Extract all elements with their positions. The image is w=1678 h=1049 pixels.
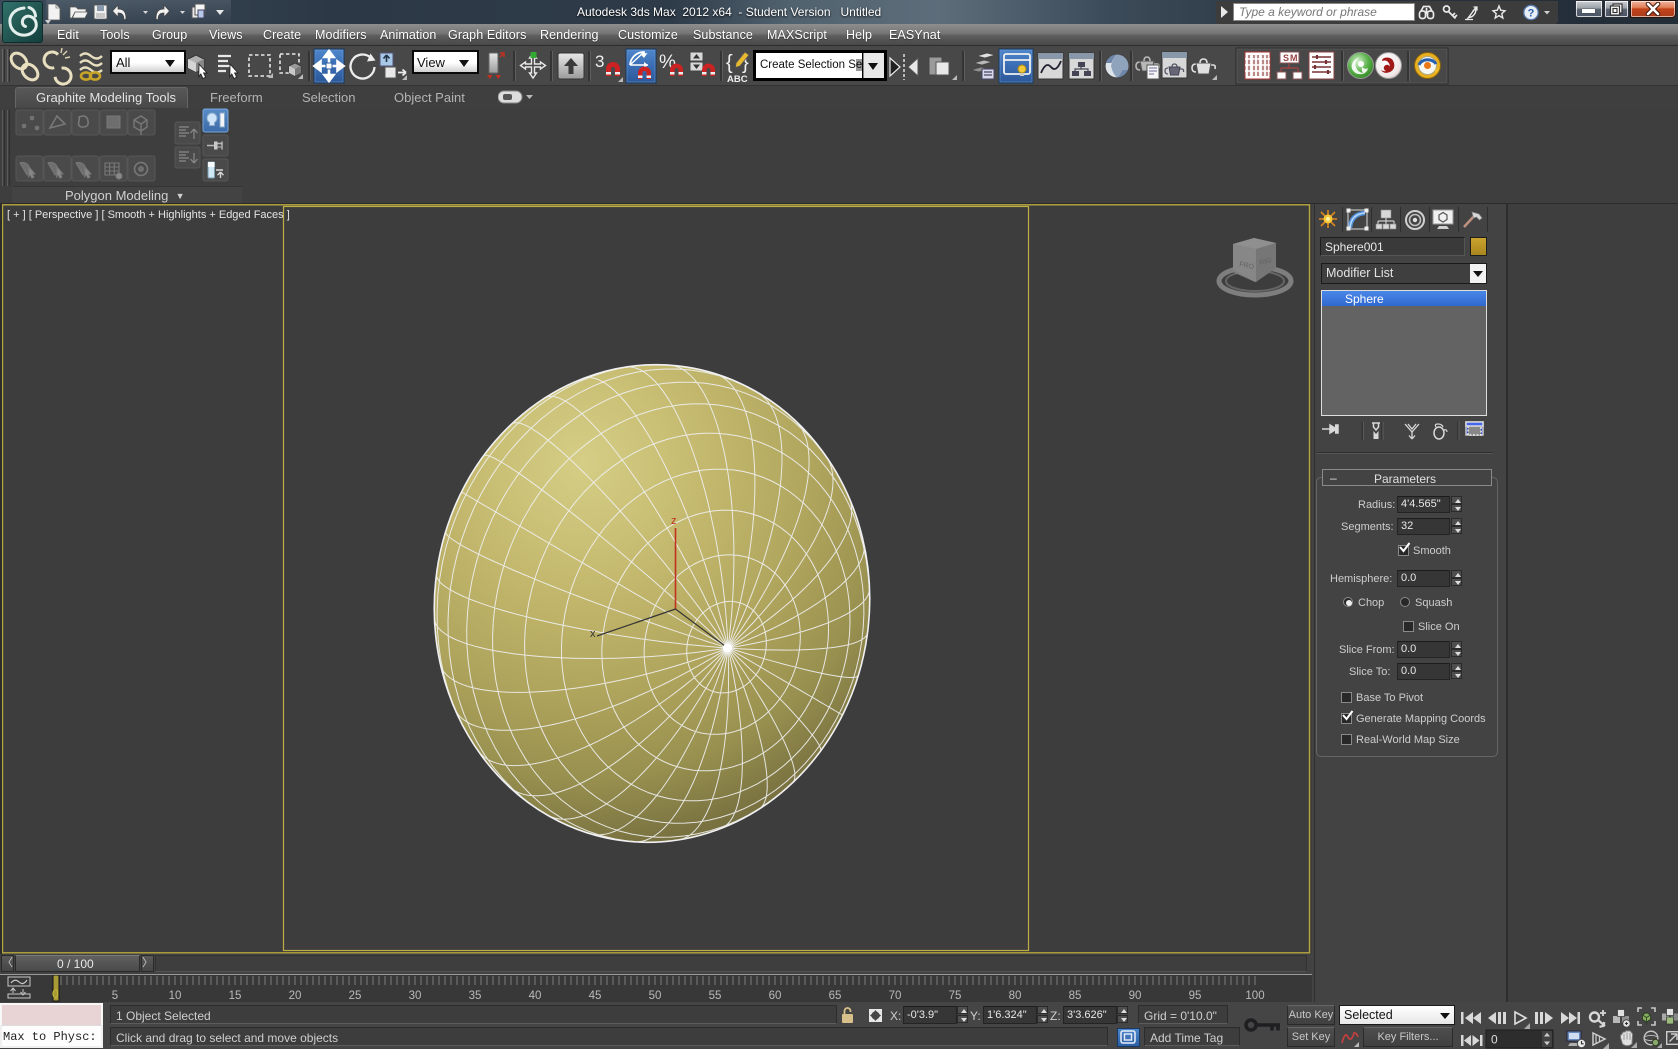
svg-text:55: 55	[709, 990, 722, 1002]
svg-text:{: {	[726, 52, 733, 74]
svg-text:45: 45	[589, 990, 602, 1002]
svg-text:x: x	[590, 628, 596, 640]
svg-text:3: 3	[595, 52, 604, 71]
svg-text:25: 25	[349, 990, 362, 1002]
svg-text:10: 10	[169, 990, 182, 1002]
svg-text:65: 65	[829, 990, 842, 1002]
svg-text:ABC: ABC	[727, 74, 748, 85]
svg-text:70: 70	[889, 990, 902, 1002]
svg-text:15: 15	[229, 990, 242, 1002]
svg-text:S: S	[1283, 53, 1289, 63]
svg-text:0: 0	[52, 987, 59, 1001]
svg-text:20: 20	[289, 990, 302, 1002]
svg-text:z: z	[671, 515, 677, 527]
svg-text:80: 80	[1009, 990, 1022, 1002]
svg-text:30: 30	[409, 990, 422, 1002]
svg-text:M: M	[1290, 53, 1298, 63]
svg-text:?: ?	[1528, 8, 1535, 20]
svg-text:75: 75	[949, 990, 962, 1002]
svg-text:85: 85	[1069, 990, 1082, 1002]
svg-text:5: 5	[112, 990, 118, 1002]
svg-text:95: 95	[1189, 990, 1202, 1002]
svg-text:90: 90	[1129, 990, 1142, 1002]
svg-text:40: 40	[529, 990, 542, 1002]
svg-text:100: 100	[1245, 990, 1264, 1002]
svg-text:35: 35	[469, 990, 482, 1002]
svg-text:60: 60	[769, 990, 782, 1002]
svg-text:0: 0	[1491, 1033, 1498, 1047]
svg-text:50: 50	[649, 990, 662, 1002]
